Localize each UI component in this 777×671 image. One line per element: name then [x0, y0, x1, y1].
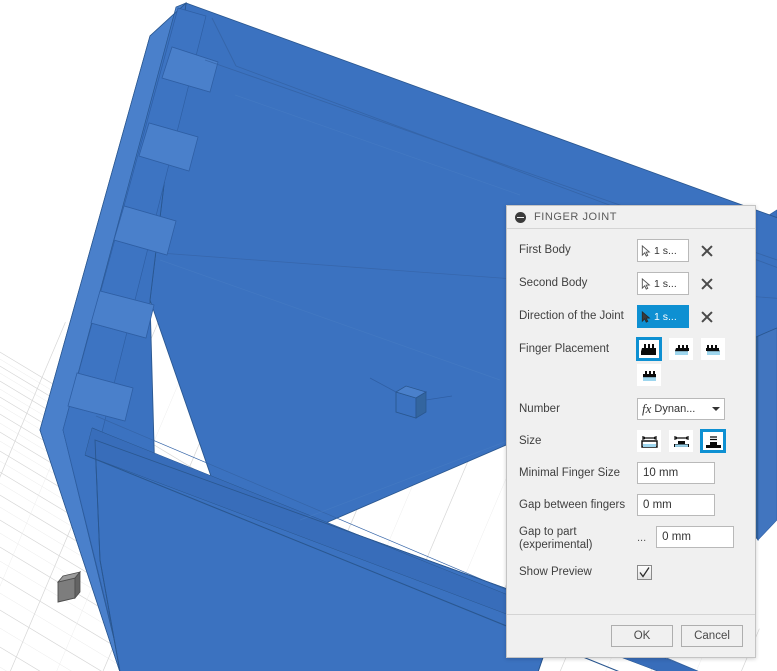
size-automatic-icon: [640, 435, 658, 448]
size-constant-button[interactable]: [700, 429, 726, 453]
first-body-value: 1 s...: [654, 244, 677, 257]
cursor-arrow-icon: [641, 277, 651, 290]
row-direction-of-joint: Direction of the Joint 1 s...: [507, 305, 755, 328]
chevron-down-icon[interactable]: [712, 407, 720, 411]
number-dropdown[interactable]: fx Dynan...: [637, 398, 725, 420]
row-second-body: Second Body 1 s...: [507, 272, 755, 295]
size-fixed-width-button[interactable]: [669, 430, 693, 452]
row-finger-placement: Finger Placement: [507, 337, 755, 361]
show-preview-checkbox[interactable]: [637, 564, 652, 580]
gap-to-part-input[interactable]: [656, 526, 735, 548]
row-number: Number fx Dynan...: [507, 398, 755, 420]
dialog-footer: OK Cancel: [507, 614, 755, 657]
gap-between-fingers-input[interactable]: [637, 494, 715, 516]
placement-fourth-button[interactable]: [637, 364, 661, 386]
model-bottom-sliver: [180, 655, 540, 671]
cancel-button[interactable]: Cancel: [681, 625, 743, 647]
gap-to-part-label-line2: (experimental): [519, 539, 593, 551]
gap-between-fingers-label: Gap between fingers: [519, 498, 626, 511]
finger-placement-left-icon: [674, 344, 689, 355]
finger-joint-dialog[interactable]: FINGER JOINT First Body 1 s... Second Bo…: [506, 205, 756, 658]
second-body-selection-button[interactable]: 1 s...: [637, 272, 689, 295]
fx-icon: fx: [642, 401, 652, 416]
first-body-selection-button[interactable]: 1 s...: [637, 239, 689, 262]
direction-of-joint-selection-button[interactable]: 1 s...: [637, 305, 689, 328]
row-gap-between-fingers: Gap between fingers: [507, 494, 755, 516]
row-show-preview: Show Preview: [507, 562, 755, 582]
ok-button[interactable]: OK: [611, 625, 673, 647]
finger-placement-right-icon: [705, 344, 720, 355]
size-constant-icon: [705, 435, 721, 448]
row-minimal-finger-size: Minimal Finger Size: [507, 462, 755, 484]
placement-right-button[interactable]: [701, 338, 725, 360]
size-label: Size: [519, 434, 542, 447]
placement-left-button[interactable]: [669, 338, 693, 360]
finger-placement-label: Finger Placement: [519, 342, 610, 355]
minus-circle-icon[interactable]: [515, 211, 526, 223]
finger-placement-centered-icon: [640, 343, 656, 355]
first-body-close-icon[interactable]: [699, 243, 715, 259]
row-finger-placement-second: [507, 364, 755, 386]
direction-of-joint-value: 1 s...: [654, 310, 677, 323]
checkmark-icon: [639, 566, 650, 578]
number-label: Number: [519, 402, 560, 415]
second-body-value: 1 s...: [654, 277, 677, 290]
row-first-body: First Body 1 s...: [507, 239, 755, 262]
cursor-arrow-icon: [641, 310, 651, 323]
minimal-finger-size-input[interactable]: [637, 462, 715, 484]
second-body-close-icon[interactable]: [699, 276, 715, 292]
show-preview-label: Show Preview: [519, 565, 592, 578]
dialog-title: FINGER JOINT: [534, 211, 617, 223]
number-value: Dynan...: [654, 403, 696, 415]
gap-to-part-label-line1: Gap to part: [519, 526, 577, 538]
size-fixed-width-icon: [673, 435, 689, 447]
dialog-title-bar[interactable]: FINGER JOINT: [507, 206, 755, 229]
cursor-arrow-icon: [641, 244, 651, 257]
gap-to-part-more-icon[interactable]: ...: [637, 532, 646, 548]
first-body-label: First Body: [519, 244, 571, 256]
finger-placement-fourth-icon: [642, 370, 656, 381]
placement-centered-button[interactable]: [636, 337, 662, 361]
direction-of-joint-label: Direction of the Joint: [519, 310, 624, 322]
size-automatic-button[interactable]: [637, 430, 661, 452]
dialog-body: First Body 1 s... Second Body 1 s... Dir…: [507, 229, 755, 614]
second-body-label: Second Body: [519, 277, 588, 289]
minimal-finger-size-label: Minimal Finger Size: [519, 466, 620, 479]
fusion-360-window: FINGER JOINT First Body 1 s... Second Bo…: [0, 0, 777, 671]
direction-of-joint-close-icon[interactable]: [699, 309, 715, 325]
row-gap-to-part: Gap to part (experimental) ...: [507, 526, 755, 552]
row-size: Size: [507, 429, 755, 453]
